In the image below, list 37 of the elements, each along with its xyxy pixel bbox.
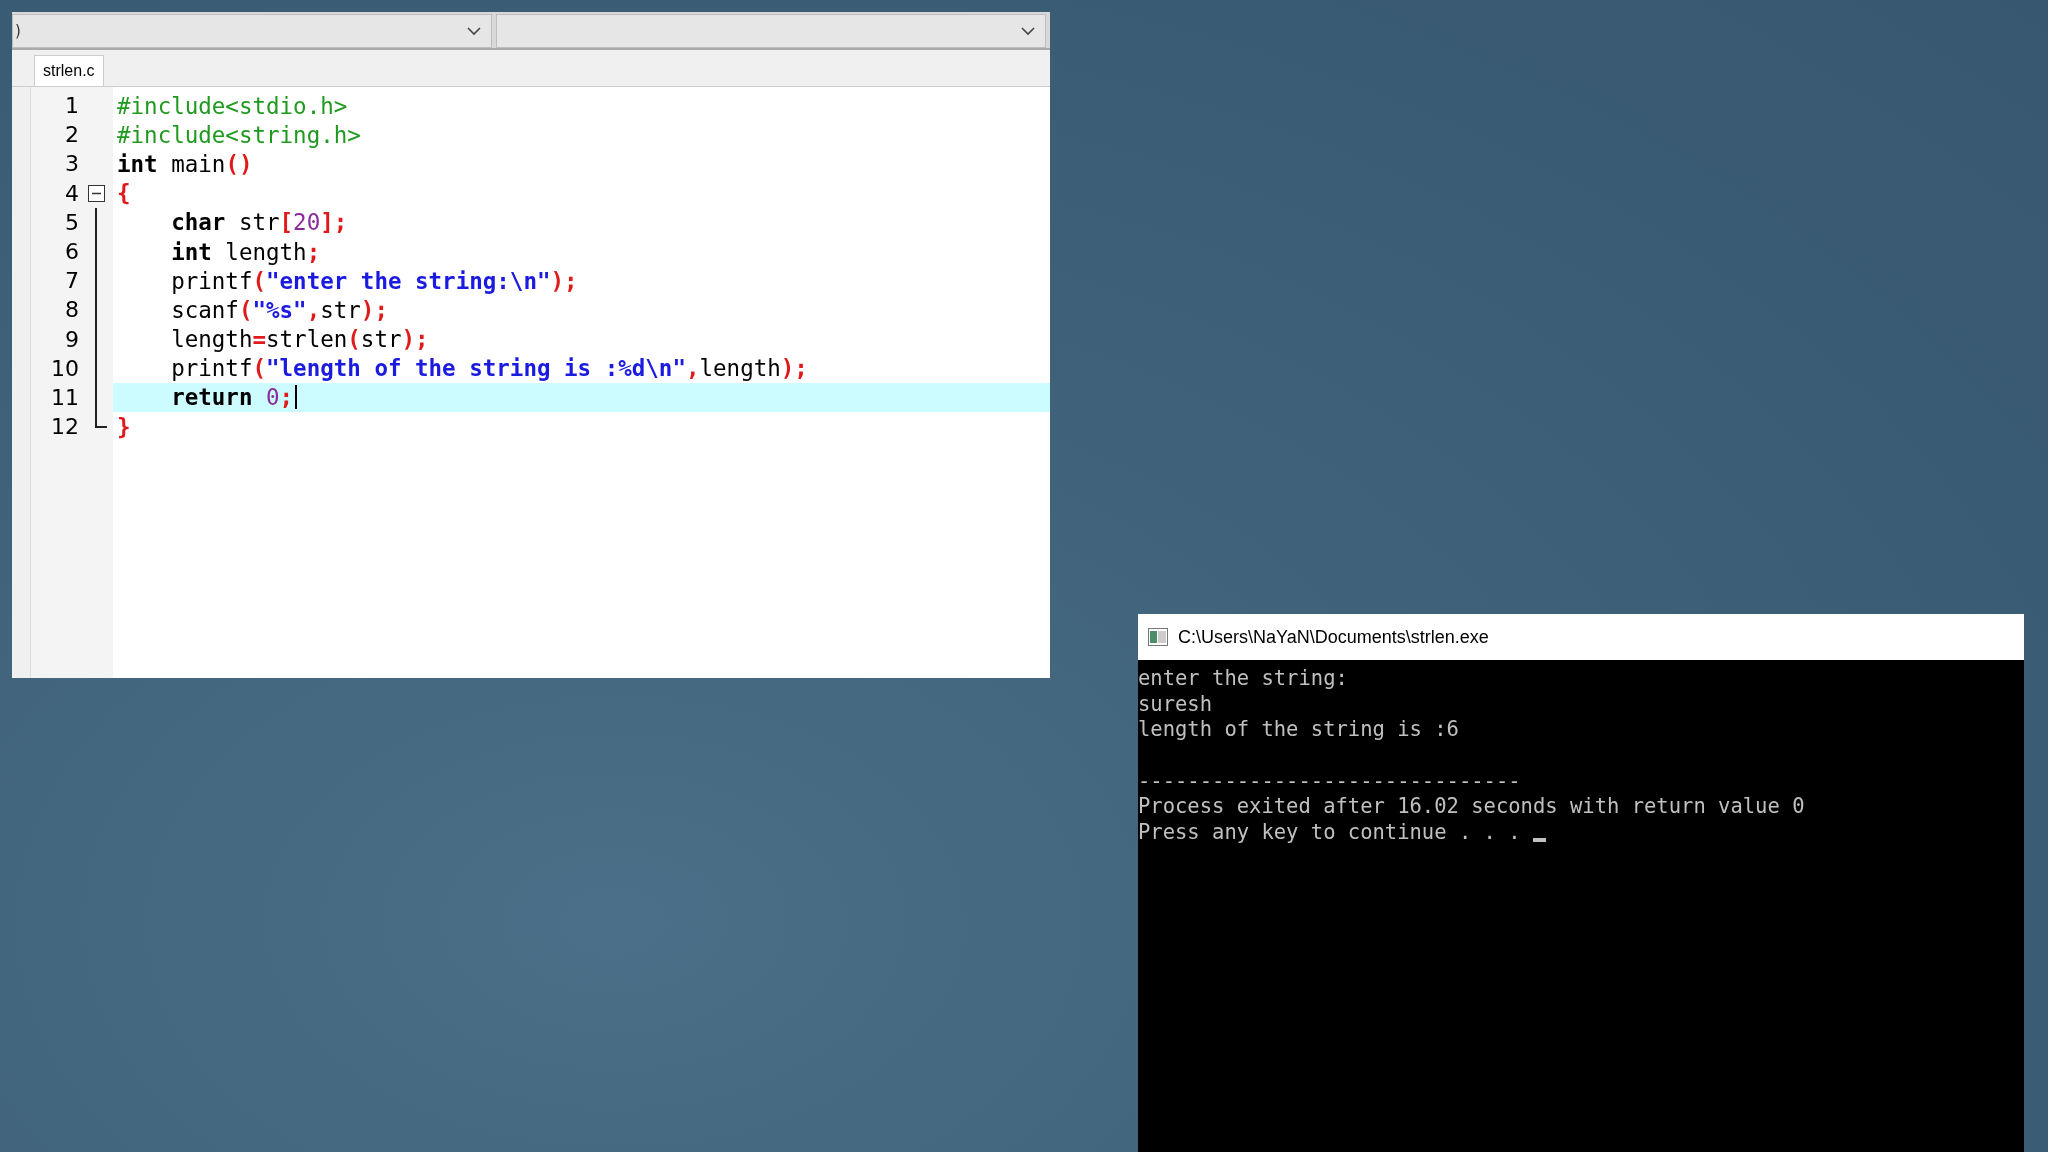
console-output-line: suresh bbox=[1138, 691, 1214, 718]
console-output-line: Press any key to continue . . . bbox=[1138, 820, 2024, 846]
line-number: 2 bbox=[64, 122, 79, 148]
file-tab[interactable]: strlen.c bbox=[34, 55, 104, 86]
line-number: 7 bbox=[64, 268, 79, 294]
code-line: } bbox=[116, 412, 132, 442]
code-line: #include<stdio.h> bbox=[116, 91, 349, 121]
code-line: int length; bbox=[170, 237, 322, 267]
code-line: char str[20]; bbox=[170, 208, 349, 237]
console-output-line: length of the string is :6 bbox=[1138, 717, 1460, 744]
line-number: 11 bbox=[50, 384, 79, 410]
console-icon bbox=[1148, 628, 1168, 646]
code-line: printf("enter the string:\n"); bbox=[170, 266, 579, 296]
line-number: 9 bbox=[64, 326, 79, 352]
line-number: 4 bbox=[64, 180, 79, 206]
console-output-line: ------------------------------- bbox=[1138, 768, 1522, 795]
window-title: C:\Users\NaYaN\Documents\strlen.exe bbox=[1178, 626, 1489, 648]
console-output-line: Process exited after 16.02 seconds with return value 0 bbox=[1138, 794, 1806, 821]
line-number: 10 bbox=[50, 355, 79, 381]
code-line: int main() bbox=[116, 149, 254, 179]
code-line: scanf("%s",str); bbox=[170, 295, 389, 325]
text-cursor bbox=[1532, 838, 1546, 843]
code-line: { bbox=[116, 179, 132, 208]
line-number: 5 bbox=[64, 209, 79, 235]
code-line: length=strlen(str); bbox=[170, 325, 430, 354]
collapse-icon[interactable] bbox=[87, 184, 105, 202]
line-number: 8 bbox=[64, 297, 79, 323]
code-line: printf("length of the string is :%d\n",length); bbox=[170, 354, 809, 383]
chevron-down-icon bbox=[1021, 26, 1035, 36]
code-line: #include<string.h> bbox=[116, 120, 362, 150]
dropdown[interactable]: ) bbox=[12, 14, 492, 48]
line-number: 12 bbox=[50, 414, 79, 440]
line-number: 6 bbox=[64, 239, 79, 265]
chevron-down-icon bbox=[467, 26, 481, 36]
console-output-line: enter the string: bbox=[1138, 666, 1349, 692]
line-number: 1 bbox=[64, 93, 79, 119]
line-number: 3 bbox=[64, 151, 79, 177]
